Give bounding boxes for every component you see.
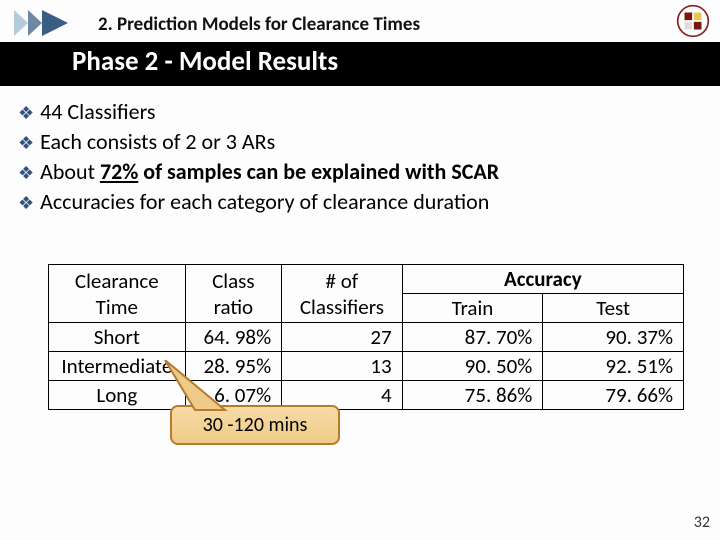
cell-clearance: Short — [49, 323, 186, 352]
cell-train: 75. 86% — [402, 381, 543, 410]
cell-nof: 13 — [282, 352, 403, 381]
col-header-accuracy: Accuracy — [402, 265, 683, 294]
bullet-text: Each consists of 2 or 3 ARs — [40, 128, 275, 156]
bullet-list: ❖ 44 Classifiers ❖ Each consists of 2 or… — [18, 98, 698, 219]
bullet-text: Accuracies for each category of clearanc… — [40, 188, 489, 216]
bullet-item: ❖ 44 Classifiers — [18, 98, 698, 126]
bullet-icon: ❖ — [18, 162, 34, 185]
slide: 2. Prediction Models for Clearance Times… — [0, 0, 720, 540]
col-header-test: Test — [543, 294, 684, 323]
page-number: 32 — [694, 513, 710, 532]
bullet-item: ❖ Accuracies for each category of cleara… — [18, 188, 698, 216]
title-bar: Phase 2 - Model Results — [0, 42, 720, 86]
col-header-clearance: Clearance Time — [49, 265, 186, 323]
bullet-item: ❖ About 72% of samples can be explained … — [18, 158, 698, 186]
bullet-icon: ❖ — [18, 192, 34, 215]
cell-train: 90. 50% — [402, 352, 543, 381]
bullet-text: 44 Classifiers — [40, 98, 155, 126]
callout-pointer-icon — [155, 360, 245, 425]
cell-ratio: 64. 98% — [185, 323, 281, 352]
bullet-icon: ❖ — [18, 102, 34, 125]
col-header-nof: # of Classifiers — [282, 265, 403, 323]
table-row: Long 6. 07% 4 75. 86% 79. 66% — [49, 381, 684, 410]
col-header-train: Train — [402, 294, 543, 323]
nav-arrows-icon — [14, 10, 70, 36]
bullet-item: ❖ Each consists of 2 or 3 ARs — [18, 128, 698, 156]
bullet-icon: ❖ — [18, 132, 34, 155]
col-header-ratio: Class ratio — [185, 265, 281, 323]
table-row: Short 64. 98% 27 87. 70% 90. 37% — [49, 323, 684, 352]
cell-train: 87. 70% — [402, 323, 543, 352]
page-title: Phase 2 - Model Results — [72, 45, 338, 78]
bullet-text: About 72% of samples can be explained wi… — [40, 158, 499, 186]
emphasized-value: 72% — [100, 158, 138, 185]
cell-test: 79. 66% — [543, 381, 684, 410]
cell-test: 92. 51% — [543, 352, 684, 381]
section-label: 2. Prediction Models for Clearance Times — [98, 13, 420, 36]
results-table: Clearance Time Class ratio # of Classifi… — [48, 264, 684, 410]
university-logo — [676, 4, 710, 38]
cell-test: 90. 37% — [543, 323, 684, 352]
table-row: Intermediate 28. 95% 13 90. 50% 92. 51% — [49, 352, 684, 381]
cell-nof: 27 — [282, 323, 403, 352]
